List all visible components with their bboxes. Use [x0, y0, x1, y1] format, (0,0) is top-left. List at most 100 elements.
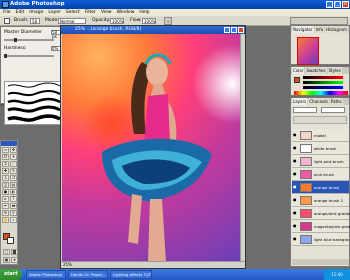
slider-thumb[interactable]: [4, 54, 7, 58]
menu-help[interactable]: Help: [139, 9, 149, 16]
tab-color[interactable]: Color: [292, 67, 305, 74]
layer-row[interactable]: ● light blue background: [292, 233, 350, 246]
master-diameter-slider[interactable]: [4, 38, 54, 42]
visibility-eye-icon[interactable]: ●: [293, 133, 298, 137]
palette-well[interactable]: [290, 17, 348, 25]
layer-row[interactable]: ● pink brush: [292, 168, 349, 181]
zoom-tool-icon[interactable]: ⌕: [10, 217, 17, 223]
blue-slider[interactable]: [303, 86, 343, 89]
tab-swatches[interactable]: Swatches: [305, 67, 327, 74]
menu-layer[interactable]: Layer: [48, 9, 61, 16]
menu-filter[interactable]: Filter: [85, 9, 96, 16]
close-button[interactable]: ×: [342, 1, 349, 8]
blur-tool-icon[interactable]: ●: [2, 189, 9, 195]
color-ramp[interactable]: [294, 91, 348, 95]
document-status-bar[interactable]: 25%: [61, 261, 245, 268]
pen-tool-icon[interactable]: ✒: [2, 203, 9, 209]
red-slider[interactable]: [303, 76, 343, 79]
taskbar-item-hands-on[interactable]: Hands On Power...: [68, 270, 108, 279]
tab-styles[interactable]: Styles: [327, 67, 342, 74]
slider-thumb[interactable]: [14, 38, 17, 42]
brush-tool-icon[interactable]: ✎: [10, 168, 17, 174]
visibility-eye-icon[interactable]: ●: [293, 224, 298, 228]
layer-thumbnail: [300, 144, 312, 153]
marquee-tool-icon[interactable]: ▭: [2, 147, 9, 153]
blend-mode-select[interactable]: [293, 107, 317, 113]
hand-tool-icon[interactable]: ✋: [2, 217, 9, 223]
visibility-eye-icon[interactable]: ●: [293, 211, 298, 215]
airbrush-button[interactable]: ⌁: [164, 17, 173, 25]
dodge-tool-icon[interactable]: ◐: [10, 189, 17, 195]
color-fg-swatch[interactable]: [294, 77, 300, 83]
hardness-slider[interactable]: [4, 54, 54, 58]
tab-navigator[interactable]: Navigator: [292, 26, 314, 33]
layer-row[interactable]: ● light pink brush: [292, 155, 349, 168]
maximize-button[interactable]: □: [334, 1, 341, 8]
menu-edit[interactable]: Edit: [16, 9, 25, 16]
doc-minimize-button[interactable]: [224, 27, 230, 33]
type-tool-icon[interactable]: T: [10, 196, 17, 202]
tab-channels[interactable]: Channels: [308, 98, 329, 105]
tab-layers[interactable]: Layers: [292, 98, 308, 105]
opacity-field[interactable]: 100%: [110, 18, 124, 24]
taskbar-item-photoshop[interactable]: Adobe Photoshop: [26, 270, 66, 279]
eraser-tool-icon[interactable]: ◫: [2, 182, 9, 188]
visibility-eye-icon[interactable]: ●: [293, 159, 298, 163]
visibility-eye-icon[interactable]: ●: [293, 185, 298, 189]
mode-select[interactable]: Normal: [58, 18, 86, 24]
doc-maximize-button[interactable]: [231, 27, 237, 33]
layer-row[interactable]: ● white brush: [292, 142, 349, 155]
move-tool-icon[interactable]: ✥: [10, 147, 17, 153]
tab-histogram[interactable]: Histogram: [325, 26, 348, 33]
layer-row[interactable]: ● magenta/pink gradient: [292, 220, 350, 233]
brush-size-picker[interactable]: 58: [30, 18, 40, 24]
tab-info[interactable]: Info: [314, 26, 325, 33]
screen-mode-icon[interactable]: ▣: [3, 257, 10, 263]
layer-opacity-field[interactable]: [321, 107, 345, 113]
flow-field[interactable]: 100%: [142, 18, 156, 24]
menu-select[interactable]: Select: [66, 9, 80, 16]
layer-row[interactable]: ● orange/pink gradient: [292, 207, 350, 220]
green-slider[interactable]: [303, 81, 343, 84]
lock-controls[interactable]: [293, 116, 347, 124]
brush-label: Brush:: [14, 18, 29, 23]
start-button[interactable]: start: [0, 269, 22, 280]
standard-mode-icon[interactable]: □: [3, 249, 10, 255]
brush-stroke-list[interactable]: [4, 81, 62, 125]
visibility-eye-icon[interactable]: ●: [293, 146, 298, 150]
document-vertical-scrollbar[interactable]: [240, 34, 245, 262]
crop-tool-icon[interactable]: ⌗: [2, 161, 9, 167]
shape-tool-icon[interactable]: ▬: [10, 203, 17, 209]
tab-paths[interactable]: Paths: [329, 98, 343, 105]
navigator-thumbnail[interactable]: [297, 37, 319, 65]
healing-brush-icon[interactable]: ✚: [2, 168, 9, 174]
quick-mask-icon[interactable]: ◙: [11, 249, 18, 255]
eyedropper-icon[interactable]: ⚲: [10, 210, 17, 216]
gradient-tool-icon[interactable]: ▤: [10, 182, 17, 188]
history-brush-icon[interactable]: ↺: [10, 175, 17, 181]
menu-view[interactable]: View: [101, 9, 112, 16]
jump-to-imageready-icon[interactable]: ➤: [11, 257, 18, 263]
magic-wand-icon[interactable]: ✦: [10, 154, 17, 160]
notes-tool-icon[interactable]: ✉: [2, 210, 9, 216]
slice-tool-icon[interactable]: ⟋: [10, 161, 17, 167]
visibility-eye-icon[interactable]: ●: [293, 172, 298, 176]
visibility-eye-icon[interactable]: ●: [293, 198, 298, 202]
lasso-tool-icon[interactable]: ʘ: [2, 154, 9, 160]
layer-row[interactable]: ● orange brush 2: [292, 194, 349, 207]
doc-close-button[interactable]: [238, 27, 244, 33]
layer-row[interactable]: ● orange brush: [292, 181, 349, 194]
brush-tool-icon[interactable]: [4, 18, 10, 24]
minimize-button[interactable]: _: [326, 1, 333, 8]
taskbar-item-lighting-tuto[interactable]: Lighting effects TUTO...: [110, 270, 152, 279]
background-color-swatch[interactable]: [7, 237, 14, 244]
clone-stamp-icon[interactable]: ♙: [2, 175, 9, 181]
menu-file[interactable]: File: [3, 9, 11, 16]
path-select-icon[interactable]: ▸: [2, 196, 9, 202]
menu-window[interactable]: Window: [117, 9, 135, 16]
image-canvas[interactable]: [62, 34, 242, 262]
visibility-eye-icon[interactable]: ●: [293, 237, 298, 241]
menu-image[interactable]: Image: [29, 9, 43, 16]
document-title: ...(orange brush, RGB/8): [86, 27, 142, 32]
layer-row[interactable]: ● model: [292, 129, 349, 142]
